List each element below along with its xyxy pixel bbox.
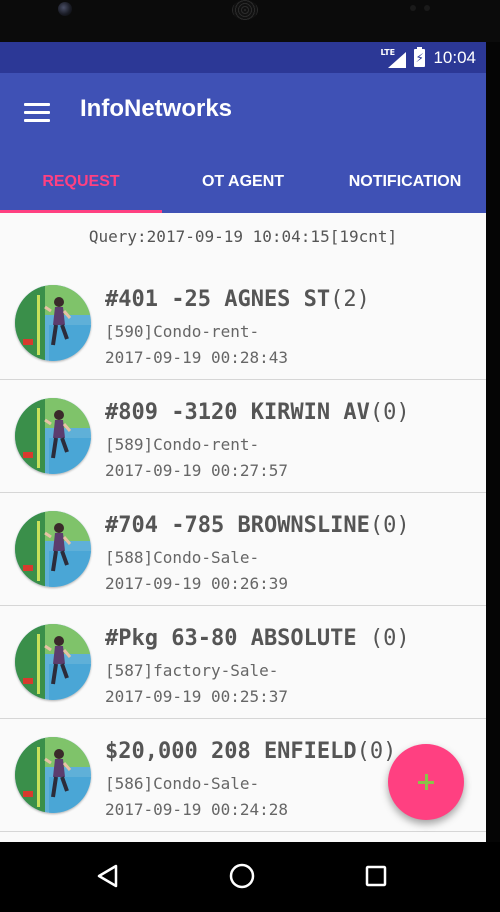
earpiece-speaker: [232, 0, 258, 20]
add-fab-button[interactable]: [388, 744, 464, 820]
list-item[interactable]: #Pkg 63-80 ABSOLUTE (0) [587]factory-Sal…: [0, 606, 486, 719]
network-type: LTE: [380, 48, 396, 57]
tab-ot-agent[interactable]: OT AGENT: [162, 151, 324, 213]
item-title: #Pkg 63-80 ABSOLUTE (0): [105, 626, 410, 651]
status-bar: LTE ⚡ 10:04: [0, 42, 486, 73]
item-subtitle: [588]Condo-Sale-: [105, 548, 260, 567]
front-camera: [58, 2, 72, 16]
avatar: [15, 398, 91, 474]
item-subtitle: [590]Condo-rent-: [105, 322, 260, 341]
device-bezel-top: [0, 0, 500, 42]
app-title: InfoNetworks: [80, 95, 233, 122]
tab-notification[interactable]: NOTIFICATION: [324, 151, 486, 213]
avatar: [15, 737, 91, 813]
item-timestamp: 2017-09-19 00:24:28: [105, 800, 289, 819]
proximity-sensor: [410, 5, 432, 11]
item-subtitle: [587]factory-Sale-: [105, 661, 279, 680]
item-title: $20,000 208 ENFIELD(0): [105, 739, 397, 764]
tab-request[interactable]: REQUEST: [0, 151, 162, 213]
avatar: [15, 285, 91, 361]
item-timestamp: 2017-09-19 00:27:57: [105, 461, 289, 480]
avatar: [15, 624, 91, 700]
menu-icon[interactable]: [14, 93, 58, 133]
list-item[interactable]: #809 -3120 KIRWIN AV(0) [589]Condo-rent-…: [0, 380, 486, 493]
item-title: #401 -25 AGNES ST(2): [105, 287, 370, 312]
item-title: #704 -785 BROWNSLINE(0): [105, 513, 410, 538]
tab-indicator: [0, 210, 162, 213]
signal-icon: LTE: [380, 48, 407, 68]
status-clock: 10:04: [433, 48, 476, 67]
tab-bar: REQUEST OT AGENT NOTIFICATION: [0, 151, 486, 213]
back-icon[interactable]: [78, 854, 138, 898]
recents-icon[interactable]: [346, 854, 406, 898]
app-screen: LTE ⚡ 10:04 InfoNetworks REQUEST OT AGEN…: [0, 42, 486, 842]
query-summary: Query:2017-09-19 10:04:15[19cnt]: [88, 227, 398, 246]
item-timestamp: 2017-09-19 00:25:37: [105, 687, 289, 706]
item-subtitle: [589]Condo-rent-: [105, 435, 260, 454]
app-bar: InfoNetworks: [0, 73, 486, 151]
device-edge: [486, 42, 500, 842]
item-timestamp: 2017-09-19 00:28:43: [105, 348, 289, 367]
battery-charging-icon: ⚡: [414, 47, 426, 67]
system-nav-bar: [0, 842, 500, 912]
home-icon[interactable]: [212, 854, 272, 898]
list-item[interactable]: #704 -785 BROWNSLINE(0) [588]Condo-Sale-…: [0, 493, 486, 606]
item-title: #809 -3120 KIRWIN AV(0): [105, 400, 410, 425]
item-timestamp: 2017-09-19 00:26:39: [105, 574, 289, 593]
item-subtitle: [586]Condo-Sale-: [105, 774, 260, 793]
avatar: [15, 511, 91, 587]
list-item[interactable]: #401 -25 AGNES ST(2) [590]Condo-rent- 20…: [0, 267, 486, 380]
